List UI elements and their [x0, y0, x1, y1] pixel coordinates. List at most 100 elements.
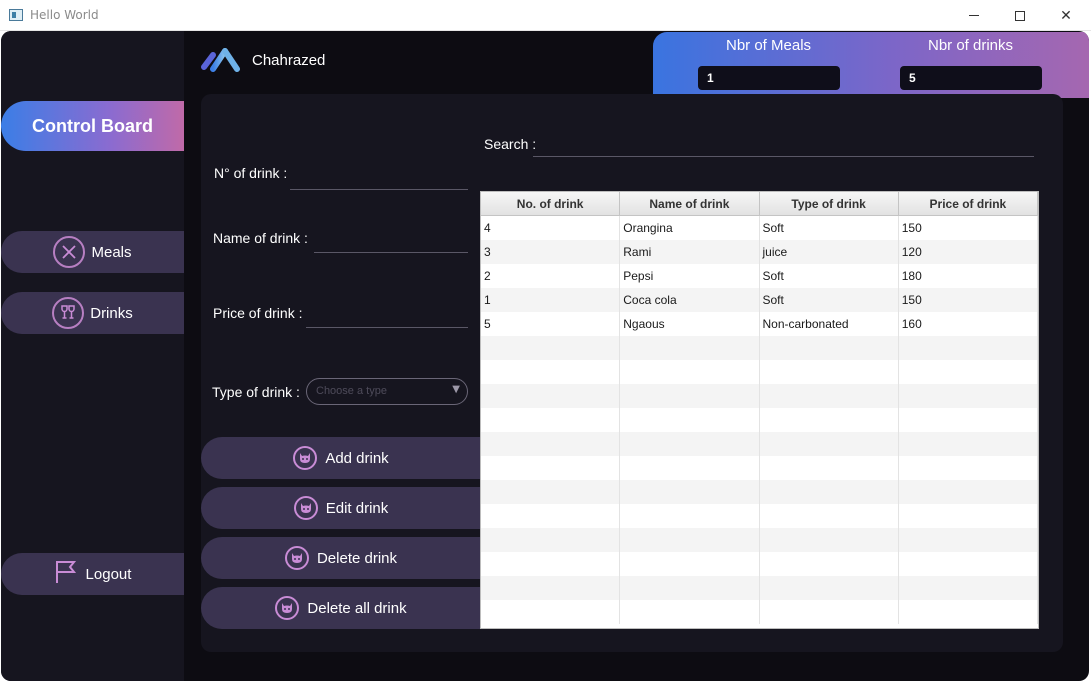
- column-header[interactable]: Price of drink: [899, 192, 1038, 215]
- close-icon: ✕: [1060, 7, 1072, 24]
- cat-icon: [275, 596, 300, 620]
- fork-knife-icon: [53, 236, 86, 268]
- table-cell: [899, 480, 1038, 504]
- table-cell: Non-carbonated: [760, 312, 899, 336]
- chevron-down-icon: ▼: [452, 384, 460, 395]
- stats-panel: Nbr of Meals Nbr of drinks 1 5: [653, 32, 1089, 98]
- table-cell: 5: [481, 312, 621, 336]
- column-header[interactable]: Type of drink: [760, 192, 899, 215]
- window-titlebar: Hello World ✕: [0, 0, 1091, 31]
- wine-glasses-icon: [52, 297, 85, 329]
- empty-table-row: [481, 456, 1038, 480]
- table-cell: Soft: [760, 216, 899, 240]
- sidebar-item-drinks[interactable]: Drinks: [1, 292, 184, 334]
- table-cell: [481, 432, 621, 456]
- drink-number-input[interactable]: [290, 189, 468, 190]
- drink-number-label: N° of drink :: [214, 165, 288, 181]
- table-cell: [899, 384, 1038, 408]
- table-cell: Orangina: [620, 216, 760, 240]
- drink-type-select[interactable]: Choose a type ▼: [306, 378, 468, 405]
- table-cell: 1: [481, 288, 621, 312]
- search-input[interactable]: [533, 131, 1034, 157]
- cat-icon: [284, 546, 309, 570]
- table-cell: [481, 528, 621, 552]
- table-cell: [481, 576, 621, 600]
- empty-table-row: [481, 360, 1038, 384]
- empty-table-row: [481, 408, 1038, 432]
- table-cell: 120: [899, 240, 1038, 264]
- minimize-button[interactable]: [951, 0, 997, 31]
- table-row[interactable]: 1 Coca cola Soft 150: [481, 288, 1038, 312]
- table-cell: [481, 552, 621, 576]
- table-cell: [899, 408, 1038, 432]
- meals-count-label: Nbr of Meals: [726, 37, 812, 54]
- table-cell: [481, 384, 621, 408]
- table-header: No. of drink Name of drink Type of drink Pr…: [481, 192, 1038, 216]
- table-cell: [760, 576, 899, 600]
- edit-drink-label: Edit drink: [325, 499, 389, 517]
- table-row[interactable]: 5 Ngaous Non-carbonated 160: [481, 312, 1038, 336]
- table-cell: [899, 432, 1038, 456]
- sidebar: Control Board Meals Drinks Logout: [1, 31, 184, 681]
- empty-table-row: [481, 384, 1038, 408]
- brand-logo-icon: [201, 48, 240, 72]
- table-cell: [481, 456, 621, 480]
- table-cell: [760, 504, 899, 528]
- table-row[interactable]: 2 Pepsi Soft 180: [481, 264, 1038, 288]
- table-cell: [620, 360, 760, 384]
- table-cell: 2: [481, 264, 621, 288]
- table-cell: juice: [760, 240, 899, 264]
- window-title: Hello World: [30, 8, 99, 22]
- table-cell: [620, 576, 760, 600]
- minimize-icon: [969, 15, 979, 16]
- drink-name-input[interactable]: [314, 252, 468, 253]
- table-cell: [620, 432, 760, 456]
- table-cell: [760, 552, 899, 576]
- table-cell: [899, 552, 1038, 576]
- logout-label: Logout: [85, 565, 132, 583]
- table-cell: [760, 336, 899, 360]
- sidebar-item-meals[interactable]: Meals: [1, 231, 184, 273]
- table-row[interactable]: 4 Orangina Soft 150: [481, 216, 1038, 240]
- table-cell: [620, 480, 760, 504]
- maximize-button[interactable]: [997, 0, 1043, 31]
- table-cell: 3: [481, 240, 621, 264]
- delete-drink-button[interactable]: Delete drink: [201, 537, 481, 579]
- add-drink-button[interactable]: Add drink: [201, 437, 481, 479]
- table-cell: [620, 600, 760, 624]
- table-cell: [620, 408, 760, 432]
- table-cell: Pepsi: [620, 264, 760, 288]
- cat-icon: [293, 496, 318, 520]
- table-cell: [620, 528, 760, 552]
- drinks-table[interactable]: No. of drink Name of drink Type of drink Pr…: [480, 191, 1039, 629]
- drink-type-placeholder: Choose a type: [316, 385, 387, 397]
- sidebar-item-control-board[interactable]: Control Board: [1, 101, 184, 151]
- column-header[interactable]: Name of drink: [620, 192, 760, 215]
- table-cell: [481, 480, 621, 504]
- table-row[interactable]: 3 Rami juice 120: [481, 240, 1038, 264]
- delete-all-drink-button[interactable]: Delete all drink: [201, 587, 481, 629]
- app-window-icon: [9, 9, 23, 21]
- empty-table-row: [481, 480, 1038, 504]
- cat-icon: [293, 446, 318, 470]
- empty-table-row: [481, 528, 1038, 552]
- sidebar-item-label: Drinks: [90, 304, 133, 322]
- drink-price-input[interactable]: [306, 327, 468, 328]
- app-frame: Control Board Meals Drinks Logout Chahra…: [1, 31, 1089, 681]
- empty-table-row: [481, 432, 1038, 456]
- edit-drink-button[interactable]: Edit drink: [201, 487, 481, 529]
- table-cell: [760, 384, 899, 408]
- empty-table-row: [481, 600, 1038, 624]
- delete-all-drink-label: Delete all drink: [307, 599, 407, 617]
- drinks-panel: N° of drink : Name of drink : Price of d…: [201, 94, 1063, 652]
- logout-button[interactable]: Logout: [1, 553, 184, 595]
- close-button[interactable]: ✕: [1043, 0, 1089, 31]
- table-cell: [760, 480, 899, 504]
- column-header[interactable]: No. of drink: [481, 192, 621, 215]
- table-cell: Ngaous: [620, 312, 760, 336]
- table-cell: [481, 336, 621, 360]
- table-cell: Coca cola: [620, 288, 760, 312]
- table-cell: [899, 456, 1038, 480]
- table-cell: [899, 528, 1038, 552]
- drink-name-label: Name of drink :: [213, 230, 308, 246]
